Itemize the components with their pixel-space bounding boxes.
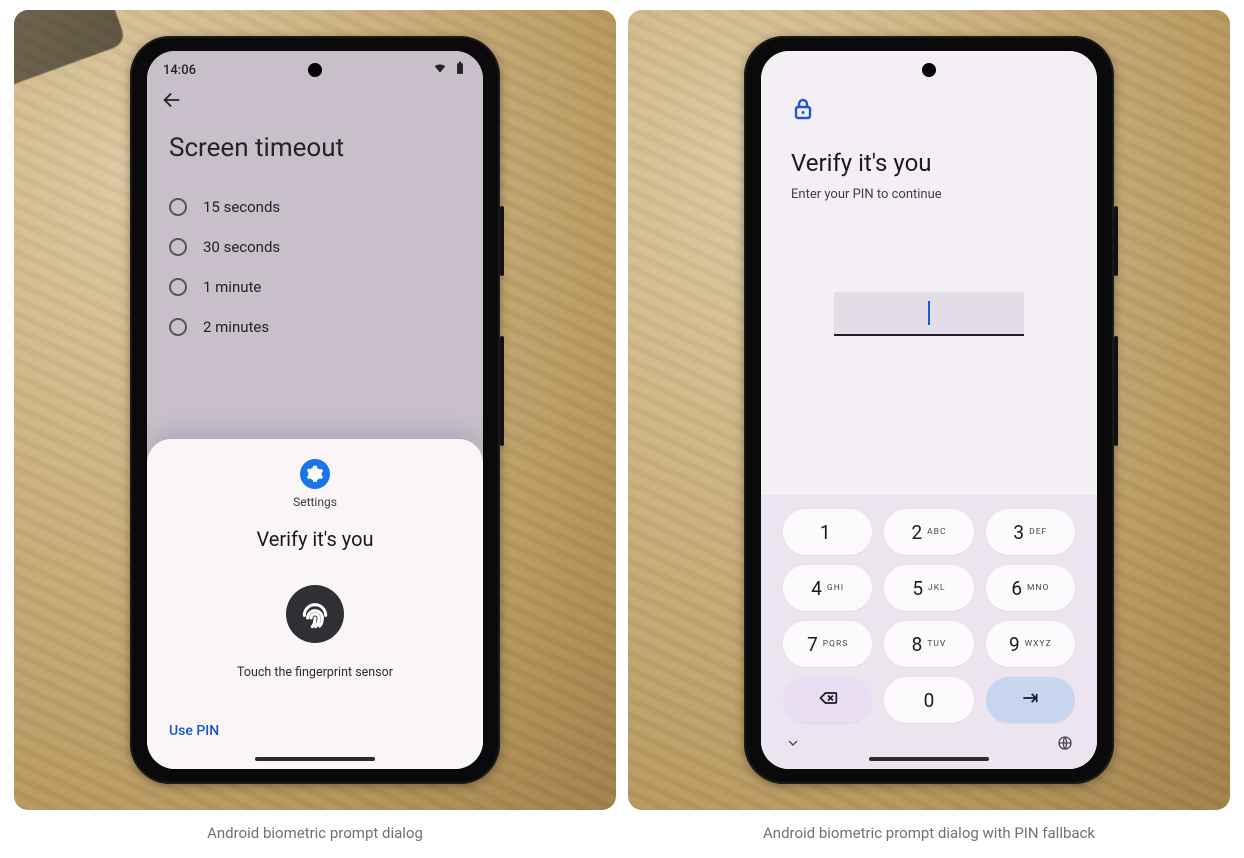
pin-keypad: 1 2ABC 3DEF 4GHI 5JKL 6MNO 7PQRS 8TUV 9W… — [761, 495, 1097, 769]
camera-hole-icon — [922, 63, 936, 77]
radio-option[interactable]: 2 minutes — [169, 307, 461, 347]
camera-hole-icon — [308, 63, 322, 77]
keypad-8[interactable]: 8TUV — [884, 621, 973, 667]
keypad-4[interactable]: 4GHI — [783, 565, 872, 611]
biometric-prompt-sheet: Settings Verify it's you Touch the finge… — [147, 439, 483, 769]
enter-arrow-icon — [1020, 688, 1040, 713]
keypad-1[interactable]: 1 — [783, 509, 872, 555]
use-pin-button[interactable]: Use PIN — [169, 717, 219, 745]
keypad-2[interactable]: 2ABC — [884, 509, 973, 555]
keypad-backspace[interactable] — [783, 677, 872, 723]
backspace-icon — [818, 688, 838, 713]
figure-right: Verify it's you Enter your PIN to contin… — [628, 10, 1230, 810]
status-time: 14:06 — [163, 63, 196, 78]
figure-left: 14:06 Screen — [14, 10, 616, 810]
phone-frame: 14:06 Screen — [130, 36, 500, 784]
wifi-icon — [433, 61, 447, 79]
pin-input[interactable] — [834, 292, 1024, 336]
pin-subtitle: Enter your PIN to continue — [791, 187, 1067, 202]
fingerprint-icon[interactable] — [286, 585, 344, 643]
radio-label: 15 seconds — [203, 198, 280, 216]
back-icon[interactable] — [161, 96, 183, 115]
keypad-5[interactable]: 5JKL — [884, 565, 973, 611]
keypad-9[interactable]: 9WXYZ — [986, 621, 1075, 667]
radio-option[interactable]: 15 seconds — [169, 187, 461, 227]
keypad-0[interactable]: 0 — [884, 677, 973, 723]
keypad-7[interactable]: 7PQRS — [783, 621, 872, 667]
lock-icon — [791, 97, 1067, 125]
prompt-hint: Touch the fingerprint sensor — [237, 665, 393, 680]
prompt-title: Verify it's you — [256, 527, 373, 551]
radio-label: 30 seconds — [203, 238, 280, 256]
keypad-enter[interactable] — [986, 677, 1075, 723]
caption-left: Android biometric prompt dialog — [14, 824, 616, 842]
radio-option[interactable]: 1 minute — [169, 267, 461, 307]
phone-screen: 14:06 Screen — [147, 51, 483, 769]
settings-app-icon — [300, 459, 330, 489]
language-globe-icon[interactable] — [1057, 735, 1073, 755]
radio-option[interactable]: 30 seconds — [169, 227, 461, 267]
collapse-keyboard-icon[interactable] — [785, 735, 801, 755]
keypad-3[interactable]: 3DEF — [986, 509, 1075, 555]
keypad-6[interactable]: 6MNO — [986, 565, 1075, 611]
background-page-title: Screen timeout — [169, 133, 461, 163]
phone-screen: Verify it's you Enter your PIN to contin… — [761, 51, 1097, 769]
phone-frame: Verify it's you Enter your PIN to contin… — [744, 36, 1114, 784]
battery-icon — [453, 61, 467, 79]
gesture-bar[interactable] — [869, 757, 989, 761]
radio-label: 1 minute — [203, 278, 261, 296]
gesture-bar[interactable] — [255, 757, 375, 761]
pin-title: Verify it's you — [791, 149, 1067, 177]
radio-label: 2 minutes — [203, 318, 269, 336]
caption-right: Android biometric prompt dialog with PIN… — [628, 824, 1230, 842]
prompt-app-label: Settings — [293, 495, 337, 509]
